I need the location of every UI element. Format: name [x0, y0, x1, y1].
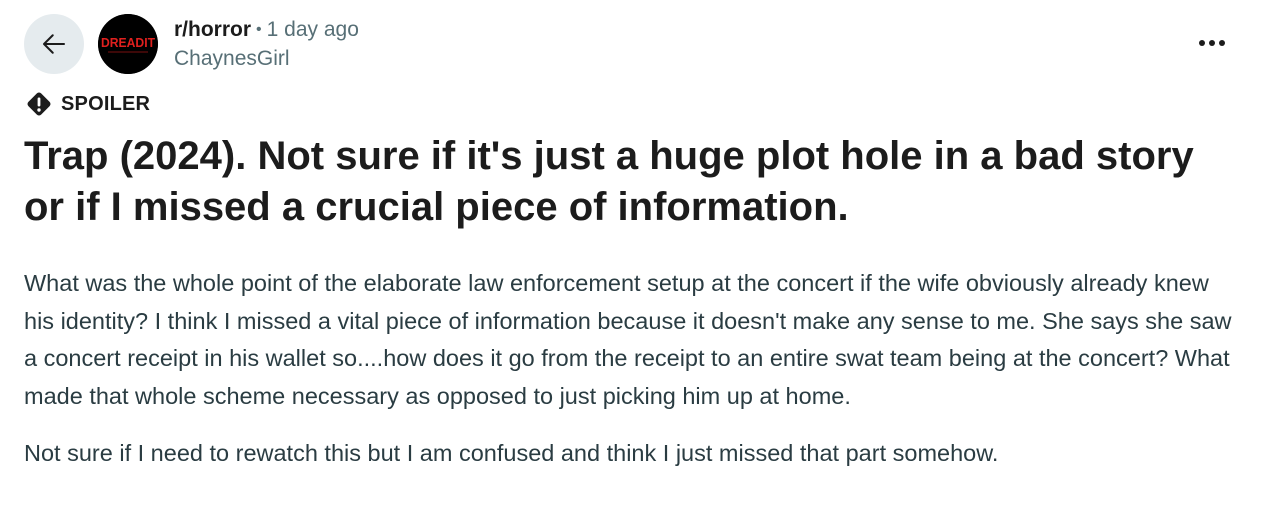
post-paragraph: Not sure if I need to rewatch this but I… — [24, 440, 999, 466]
post-time: 1 day ago — [266, 17, 359, 41]
subreddit-name-link[interactable]: r/horror — [174, 16, 251, 44]
post-page: DREADIT r/horror • 1 day ago ChaynesGirl… — [0, 0, 1264, 525]
post-meta: r/horror • 1 day ago ChaynesGirl — [174, 16, 359, 73]
author-link[interactable]: ChaynesGirl — [174, 45, 359, 73]
back-button[interactable] — [24, 14, 84, 74]
meta-separator: • — [256, 20, 262, 38]
svg-text:DREADIT: DREADIT — [101, 35, 155, 50]
ellipsis-icon — [1199, 40, 1225, 46]
post-paragraph: What was the whole point of the elaborat… — [24, 270, 1232, 409]
meta-top-line: r/horror • 1 day ago — [174, 16, 359, 44]
spoiler-label: SPOILER — [61, 92, 151, 115]
warning-icon — [27, 92, 51, 116]
more-options-button[interactable] — [1196, 31, 1228, 55]
arrow-left-icon — [43, 34, 65, 54]
post-body: What was the whole point of the elaborat… — [24, 265, 1244, 473]
subreddit-avatar[interactable]: DREADIT — [98, 14, 158, 74]
post-header: DREADIT r/horror • 1 day ago ChaynesGirl — [24, 14, 359, 74]
dreadit-logo: DREADIT — [98, 14, 158, 74]
post-title: Trap (2024). Not sure if it's just a hug… — [24, 134, 1194, 229]
spoiler-tag: SPOILER — [24, 89, 150, 119]
